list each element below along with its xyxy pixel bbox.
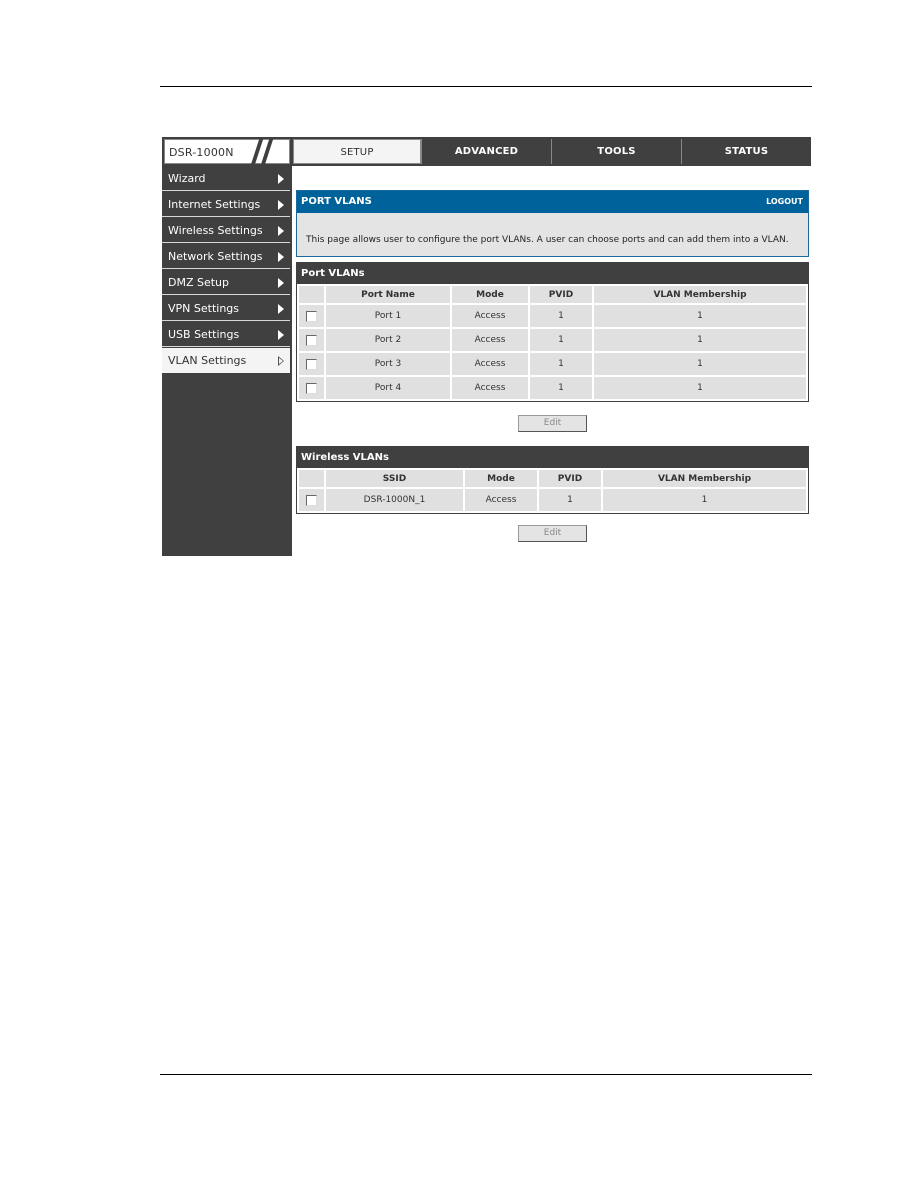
- section-title: Wireless VLANs: [297, 447, 808, 468]
- row-checkbox[interactable]: [306, 310, 317, 322]
- row-checkbox[interactable]: [306, 382, 317, 394]
- chevron-right-icon: [278, 330, 284, 340]
- sidebar-item-usb-settings[interactable]: USB Settings: [162, 322, 290, 347]
- sidebar-item-label: Network Settings: [168, 250, 263, 263]
- brand-logo: DSR-1000N: [164, 138, 290, 166]
- page-description: This page allows user to configure the p…: [306, 235, 789, 245]
- brand-slash-icon: [249, 138, 285, 166]
- mode-cell: Access: [452, 353, 528, 375]
- membership-cell: 1: [594, 377, 806, 399]
- sidebar-item-label: Wizard: [168, 172, 206, 185]
- row-checkbox[interactable]: [306, 358, 317, 370]
- header-checkbox-col: [299, 286, 324, 303]
- wireless-vlans-section: Wireless VLANs SSID Mode PVID VLAN Membe…: [296, 446, 809, 514]
- tab-advanced[interactable]: ADVANCED: [421, 139, 551, 164]
- chevron-right-icon: [278, 278, 284, 288]
- mode-cell: Access: [452, 305, 528, 327]
- port-name-cell: Port 4: [326, 377, 450, 399]
- header-port-name: Port Name: [326, 286, 450, 303]
- sidebar-item-network-settings[interactable]: Network Settings: [162, 244, 290, 269]
- header-pvid: PVID: [539, 470, 601, 487]
- header-mode: Mode: [452, 286, 528, 303]
- chevron-right-icon: [278, 200, 284, 210]
- membership-cell: 1: [603, 489, 806, 511]
- table-header-row: Port Name Mode PVID VLAN Membership: [299, 286, 806, 303]
- header-ssid: SSID: [326, 470, 463, 487]
- pvid-cell: 1: [530, 377, 592, 399]
- sidebar-item-label: DMZ Setup: [168, 276, 230, 289]
- pvid-cell: 1: [530, 305, 592, 327]
- brand-name: DSR-1000N: [169, 146, 234, 159]
- sidebar-item-vlan-settings[interactable]: VLAN Settings: [162, 348, 290, 373]
- sidebar-item-label: Internet Settings: [168, 198, 261, 211]
- pvid-cell: 1: [530, 329, 592, 351]
- sidebar-item-wizard[interactable]: Wizard: [162, 166, 290, 191]
- page-title: PORT VLANS: [301, 196, 372, 207]
- port-name-cell: Port 3: [326, 353, 450, 375]
- chevron-right-icon: [278, 226, 284, 236]
- mode-cell: Access: [452, 329, 528, 351]
- header-pvid: PVID: [530, 286, 592, 303]
- table-row: Port 2 Access 1 1: [299, 329, 806, 351]
- logout-link[interactable]: LOGOUT: [766, 191, 803, 213]
- port-name-cell: Port 1: [326, 305, 450, 327]
- port-vlans-section: Port VLANs Port Name Mode PVID VLAN Memb…: [296, 262, 809, 402]
- sidebar-item-label: Wireless Settings: [168, 224, 263, 237]
- membership-cell: 1: [594, 305, 806, 327]
- ssid-cell: DSR-1000N_1: [326, 489, 463, 511]
- chevron-right-icon: [278, 252, 284, 262]
- top-nav: DSR-1000N SETUP ADVANCED TOOLS STATUS: [162, 137, 811, 166]
- table-header-row: SSID Mode PVID VLAN Membership: [299, 470, 806, 487]
- chevron-right-icon: [278, 174, 284, 184]
- sidebar: Wizard Internet Settings Wireless Settin…: [162, 166, 292, 556]
- chevron-right-icon: [278, 304, 284, 314]
- sidebar-item-internet-settings[interactable]: Internet Settings: [162, 192, 290, 217]
- membership-cell: 1: [594, 329, 806, 351]
- router-admin-ui: DSR-1000N SETUP ADVANCED TOOLS STATUS Wi…: [162, 137, 811, 556]
- header-vlan-membership: VLAN Membership: [603, 470, 806, 487]
- port-name-cell: Port 2: [326, 329, 450, 351]
- tab-status[interactable]: STATUS: [681, 139, 811, 164]
- sidebar-item-vpn-settings[interactable]: VPN Settings: [162, 296, 290, 321]
- sidebar-item-label: USB Settings: [168, 328, 240, 341]
- sidebar-item-wireless-settings[interactable]: Wireless Settings: [162, 218, 290, 243]
- table-row: Port 4 Access 1 1: [299, 377, 806, 399]
- edit-port-vlans-button[interactable]: Edit: [518, 415, 587, 432]
- sidebar-item-dmz-setup[interactable]: DMZ Setup: [162, 270, 290, 295]
- tab-setup[interactable]: SETUP: [293, 139, 421, 164]
- membership-cell: 1: [594, 353, 806, 375]
- header-mode: Mode: [465, 470, 537, 487]
- wireless-vlans-table: SSID Mode PVID VLAN Membership DSR-1000N…: [297, 468, 808, 513]
- header-checkbox-col: [299, 470, 324, 487]
- table-row: Port 1 Access 1 1: [299, 305, 806, 327]
- row-checkbox[interactable]: [306, 494, 317, 506]
- sidebar-item-label: VPN Settings: [168, 302, 240, 315]
- mode-cell: Access: [465, 489, 537, 511]
- info-header: PORT VLANS LOGOUT: [297, 191, 808, 213]
- table-row: DSR-1000N_1 Access 1 1: [299, 489, 806, 511]
- page-top-rule: [160, 86, 812, 87]
- chevron-right-outline-icon: [278, 356, 284, 366]
- section-title: Port VLANs: [297, 263, 808, 284]
- pvid-cell: 1: [530, 353, 592, 375]
- page-bottom-rule: [160, 1074, 812, 1075]
- mode-cell: Access: [452, 377, 528, 399]
- sidebar-item-label: VLAN Settings: [168, 354, 247, 367]
- info-panel: PORT VLANS LOGOUT This page allows user …: [296, 190, 809, 257]
- table-row: Port 3 Access 1 1: [299, 353, 806, 375]
- pvid-cell: 1: [539, 489, 601, 511]
- port-vlans-table: Port Name Mode PVID VLAN Membership Port…: [297, 284, 808, 401]
- edit-wireless-vlans-button[interactable]: Edit: [518, 525, 587, 542]
- row-checkbox[interactable]: [306, 334, 317, 346]
- tab-tools[interactable]: TOOLS: [551, 139, 681, 164]
- header-vlan-membership: VLAN Membership: [594, 286, 806, 303]
